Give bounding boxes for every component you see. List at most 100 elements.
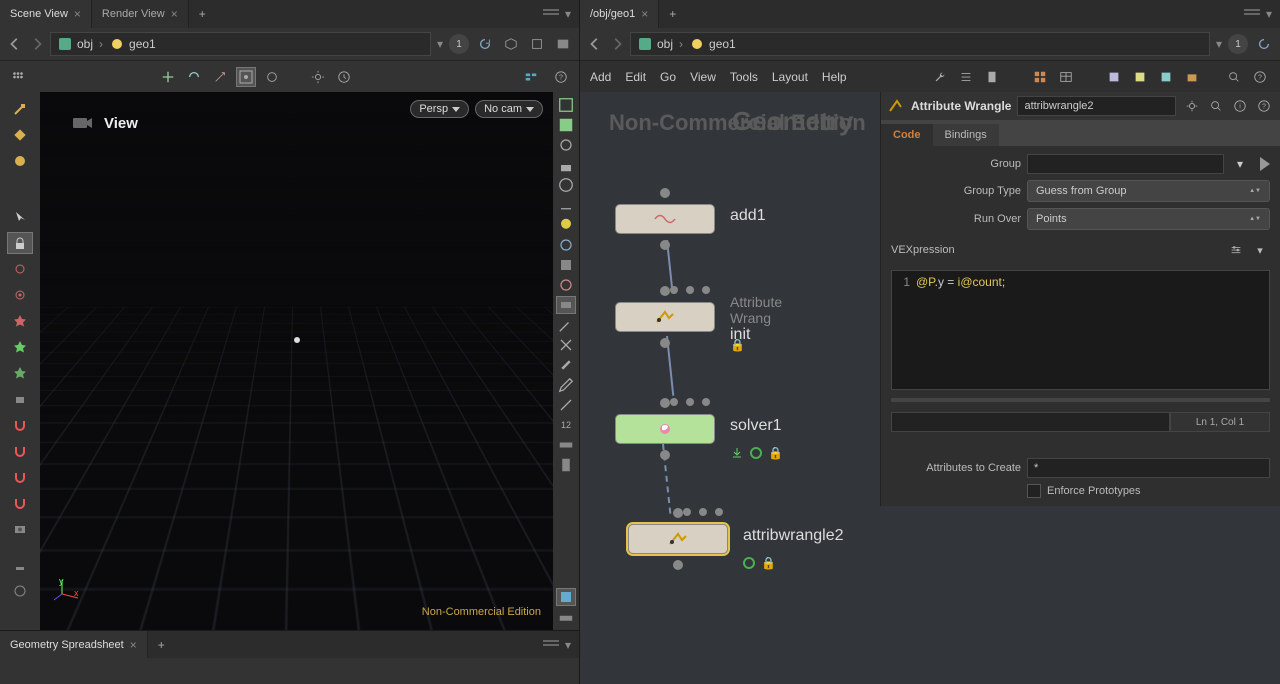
refresh-icon[interactable] [475,34,495,54]
nav-back-icon[interactable] [6,35,24,53]
magnet-icon[interactable] [7,466,33,488]
vp-tool-icon[interactable] [556,176,576,194]
tab-bindings[interactable]: Bindings [933,124,999,146]
select-arrow-icon[interactable] [7,206,33,228]
take-badge[interactable]: 1 [1228,34,1248,54]
vp-tool-icon[interactable] [556,116,576,134]
vp-tool-icon[interactable] [556,236,576,254]
cube-icon[interactable] [501,34,521,54]
lock-icon[interactable] [556,156,576,174]
menu-tools[interactable]: Tools [730,70,758,84]
splitter-handle[interactable] [891,398,1270,402]
sliders-icon[interactable] [1226,240,1246,260]
tool-icon[interactable] [7,150,33,172]
chevron-down-icon[interactable]: ▾ [1230,154,1250,174]
clock-icon[interactable] [334,67,354,87]
close-icon[interactable]: × [171,7,178,21]
refresh-icon[interactable] [1254,34,1274,54]
wrench-icon[interactable] [930,67,950,87]
vp-tool-icon[interactable] [556,136,576,154]
breadcrumb-child[interactable]: geo1 [129,37,156,51]
breadcrumb-child[interactable]: geo1 [709,37,736,51]
group-input[interactable] [1027,154,1224,174]
pencil-icon[interactable] [556,396,576,414]
tool-icon[interactable] [7,124,33,146]
menu-help[interactable]: Help [822,70,847,84]
vp-tool-icon[interactable] [556,608,576,626]
chevron-down-icon[interactable]: ▾ [1216,37,1222,51]
tab-render-view[interactable]: Render View × [92,0,189,28]
close-icon[interactable]: × [74,7,81,21]
help-icon[interactable]: ? [551,67,571,87]
dropper-icon[interactable] [556,376,576,394]
vp-tool-icon[interactable] [556,588,576,606]
close-icon[interactable]: × [130,638,137,652]
vp-tool-icon[interactable] [556,336,576,354]
menu-go[interactable]: Go [660,70,676,84]
node-add1[interactable]: add1 [615,204,715,234]
camera-dropdown[interactable]: No cam [475,100,543,118]
enforce-proto-checkbox[interactable] [1027,484,1041,498]
chevron-down-icon[interactable]: ▾ [437,37,443,51]
display-opts-icon[interactable] [521,67,541,87]
brush-icon[interactable] [556,356,576,374]
tool-icon[interactable] [7,258,33,280]
magnet-icon[interactable] [7,440,33,462]
rotate-icon[interactable] [184,67,204,87]
snap-point-icon[interactable] [262,67,282,87]
vp-tool-icon[interactable] [556,296,576,314]
menu-add[interactable]: Add [590,70,611,84]
tab-code[interactable]: Code [881,124,933,146]
help-icon[interactable]: ? [1254,96,1274,116]
image-icon[interactable] [1156,67,1176,87]
tab-network-path[interactable]: /obj/geo1 × [580,0,659,28]
vp-tool-icon[interactable] [556,96,576,114]
vp-tool-icon[interactable] [556,436,576,454]
scale-icon[interactable] [210,67,230,87]
tab-scene-view[interactable]: Scene View × [0,0,92,28]
vp-tool-icon[interactable]: 12 [556,416,576,434]
tool-icon[interactable] [7,336,33,358]
panel-icon[interactable] [553,34,573,54]
nav-back-icon[interactable] [586,35,604,53]
menu-view[interactable]: View [690,70,716,84]
grid-sm-icon[interactable] [1030,67,1050,87]
sticky-icon[interactable] [1130,67,1150,87]
translate-icon[interactable] [158,67,178,87]
gear-icon[interactable] [1182,96,1202,116]
menu-layout[interactable]: Layout [772,70,808,84]
node-name-input[interactable] [1017,96,1176,116]
vp-tool-icon[interactable] [556,456,576,474]
vp-tool-icon[interactable] [556,276,576,294]
magnet-icon[interactable] [7,414,33,436]
persp-dropdown[interactable]: Persp [410,100,469,118]
grid-icon[interactable] [8,67,28,87]
add-tab-icon[interactable]: + [148,638,175,652]
chevron-down-icon[interactable]: ▾ [565,638,571,652]
tool-icon[interactable] [7,284,33,306]
bulb-icon[interactable] [556,216,576,234]
tab-geo-spreadsheet[interactable]: Geometry Spreadsheet × [0,631,148,658]
play-icon[interactable] [1260,157,1270,171]
tool-icon[interactable] [7,554,33,576]
note-icon[interactable] [1104,67,1124,87]
breadcrumb[interactable]: obj › geo1 [50,32,431,56]
run-over-select[interactable]: Points▲▼ [1027,208,1270,230]
chevron-down-icon[interactable]: ▾ [1266,7,1272,21]
nav-forward-icon[interactable] [28,35,46,53]
group-type-select[interactable]: Guess from Group▲▼ [1027,180,1270,202]
search-icon[interactable] [1224,67,1244,87]
info-icon[interactable]: i [1230,96,1250,116]
vex-code-editor[interactable]: 1@P.y = i@count; [891,270,1270,390]
breadcrumb-root[interactable]: obj [77,37,93,51]
add-tab-icon[interactable]: + [189,7,216,21]
tool-icon[interactable] [7,310,33,332]
magnet-icon[interactable] [7,492,33,514]
table-icon[interactable] [1056,67,1076,87]
tool-icon[interactable] [7,98,33,120]
menu-edit[interactable]: Edit [625,70,646,84]
lock-icon[interactable] [7,232,33,254]
network-editor[interactable]: Non-Commercial Edition Geometry add1 A [580,92,1280,684]
box-icon[interactable] [1182,67,1202,87]
list-icon[interactable] [956,67,976,87]
